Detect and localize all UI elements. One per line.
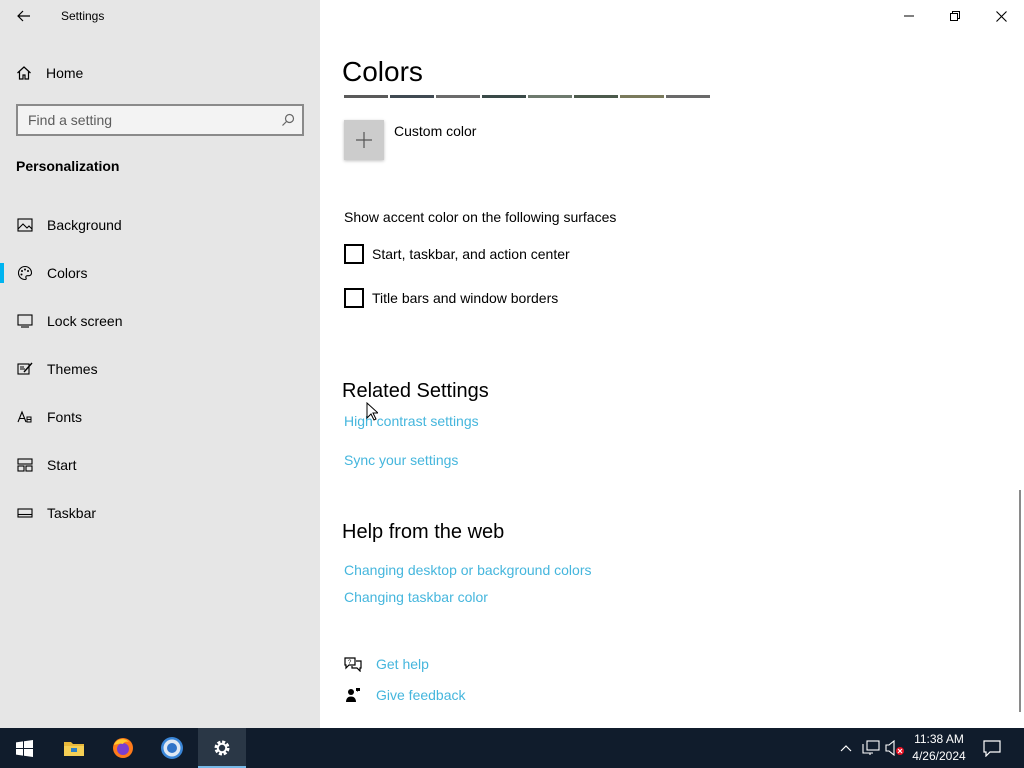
firefox-taskbar-button[interactable] xyxy=(99,728,147,768)
sidebar-item-colors[interactable]: Colors xyxy=(0,253,320,293)
clock-date: 4/26/2024 xyxy=(912,749,966,763)
sidebar-item-label: Lock screen xyxy=(47,313,123,329)
lock-screen-icon xyxy=(16,312,34,330)
action-center-button[interactable] xyxy=(978,728,1006,768)
minimize-button[interactable] xyxy=(886,0,932,32)
accent-surfaces-title: Show accent color on the following surfa… xyxy=(344,209,617,225)
feedback-person-icon xyxy=(344,686,362,704)
mouse-pointer-icon xyxy=(366,402,378,421)
font-icon xyxy=(16,408,34,426)
section-title: Personalization xyxy=(16,158,120,174)
close-button[interactable] xyxy=(978,0,1024,32)
give-feedback-link[interactable]: Give feedback xyxy=(376,687,466,703)
title-bars-checkbox[interactable] xyxy=(344,288,364,308)
file-explorer-taskbar-button[interactable] xyxy=(50,728,98,768)
sidebar-item-themes[interactable]: Themes xyxy=(0,349,320,389)
checkbox-label: Start, taskbar, and action center xyxy=(372,246,570,262)
settings-sidebar: Settings Home Personalization Background… xyxy=(0,0,320,728)
sidebar-item-label: Fonts xyxy=(47,409,83,425)
show-hidden-icons-button[interactable] xyxy=(836,728,856,768)
close-icon xyxy=(995,10,1007,22)
network-tray-button[interactable] xyxy=(860,728,882,768)
sidebar-item-lock-screen[interactable]: Lock screen xyxy=(0,301,320,341)
color-swatch[interactable] xyxy=(344,95,388,98)
sidebar-item-label: Background xyxy=(47,217,122,233)
related-settings-heading: Related Settings xyxy=(342,380,489,402)
color-swatch[interactable] xyxy=(390,95,434,98)
home-nav-item[interactable]: Home xyxy=(16,62,83,84)
minimize-icon xyxy=(904,15,914,17)
volume-muted-icon xyxy=(885,740,904,756)
sync-settings-link[interactable]: Sync your settings xyxy=(344,452,458,468)
plus-icon xyxy=(356,132,372,148)
notification-icon xyxy=(983,739,1001,757)
restore-icon xyxy=(950,11,960,21)
sidebar-item-label: Themes xyxy=(47,361,98,377)
chrome-icon xyxy=(161,737,183,759)
start-taskbar-checkbox-row[interactable]: Start, taskbar, and action center xyxy=(344,244,570,264)
custom-color-swatch[interactable] xyxy=(344,120,384,160)
color-swatch[interactable] xyxy=(574,95,618,98)
custom-color-button[interactable]: Custom color xyxy=(344,120,476,160)
picture-icon xyxy=(16,216,34,234)
chrome-taskbar-button[interactable] xyxy=(148,728,196,768)
desktop-colors-help-link[interactable]: Changing desktop or background colors xyxy=(344,562,592,578)
taskbar-clock[interactable]: 11:38 AM 4/26/2024 xyxy=(906,731,972,765)
app-title: Settings xyxy=(61,9,105,23)
taskbar: 11:38 AM 4/26/2024 xyxy=(0,728,1024,768)
back-button[interactable] xyxy=(12,4,36,28)
start-button[interactable] xyxy=(0,728,48,768)
chevron-up-icon xyxy=(840,745,852,752)
get-help-row[interactable]: ? Get help xyxy=(344,655,429,673)
high-contrast-link[interactable]: High contrast settings xyxy=(344,413,479,429)
color-swatch[interactable] xyxy=(528,95,572,98)
taskbar-color-help-link[interactable]: Changing taskbar color xyxy=(344,589,488,605)
home-label: Home xyxy=(46,65,84,81)
search-icon[interactable] xyxy=(274,113,302,127)
restore-button[interactable] xyxy=(932,0,978,32)
checkbox-label: Title bars and window borders xyxy=(372,290,559,306)
clock-time: 11:38 AM xyxy=(914,732,964,746)
brush-icon xyxy=(16,360,34,378)
home-icon xyxy=(17,66,31,80)
sidebar-item-background[interactable]: Background xyxy=(0,205,320,245)
sidebar-item-label: Start xyxy=(47,457,77,473)
network-icon xyxy=(862,740,880,755)
start-taskbar-checkbox[interactable] xyxy=(344,244,364,264)
palette-icon xyxy=(16,264,34,282)
chat-help-icon: ? xyxy=(344,655,362,673)
sidebar-item-label: Taskbar xyxy=(47,505,97,521)
taskbar-icon xyxy=(16,504,34,522)
firefox-icon xyxy=(113,738,133,758)
custom-color-label: Custom color xyxy=(394,123,477,139)
title-bars-checkbox-row[interactable]: Title bars and window borders xyxy=(344,288,558,308)
settings-gear-icon xyxy=(214,740,230,756)
page-title: Colors xyxy=(342,56,423,87)
get-help-link[interactable]: Get help xyxy=(376,656,429,672)
file-explorer-icon xyxy=(64,742,84,756)
color-swatch[interactable] xyxy=(620,95,664,98)
search-input[interactable] xyxy=(18,112,274,128)
back-arrow-icon xyxy=(17,10,30,22)
help-from-web-heading: Help from the web xyxy=(342,521,505,543)
windows-start-icon xyxy=(15,739,33,757)
start-tiles-icon xyxy=(16,456,34,474)
color-swatch[interactable] xyxy=(482,95,526,98)
give-feedback-row[interactable]: Give feedback xyxy=(344,686,466,704)
volume-tray-button[interactable] xyxy=(884,728,906,768)
sidebar-item-label: Colors xyxy=(47,265,88,281)
sidebar-item-start[interactable]: Start xyxy=(0,445,320,485)
color-swatch[interactable] xyxy=(666,95,710,98)
color-swatch[interactable] xyxy=(436,95,480,98)
sidebar-item-fonts[interactable]: Fonts xyxy=(0,397,320,437)
sidebar-item-taskbar[interactable]: Taskbar xyxy=(0,493,320,533)
vertical-scrollbar[interactable] xyxy=(1019,490,1021,712)
settings-taskbar-button[interactable] xyxy=(198,728,246,768)
search-box[interactable] xyxy=(16,104,304,136)
